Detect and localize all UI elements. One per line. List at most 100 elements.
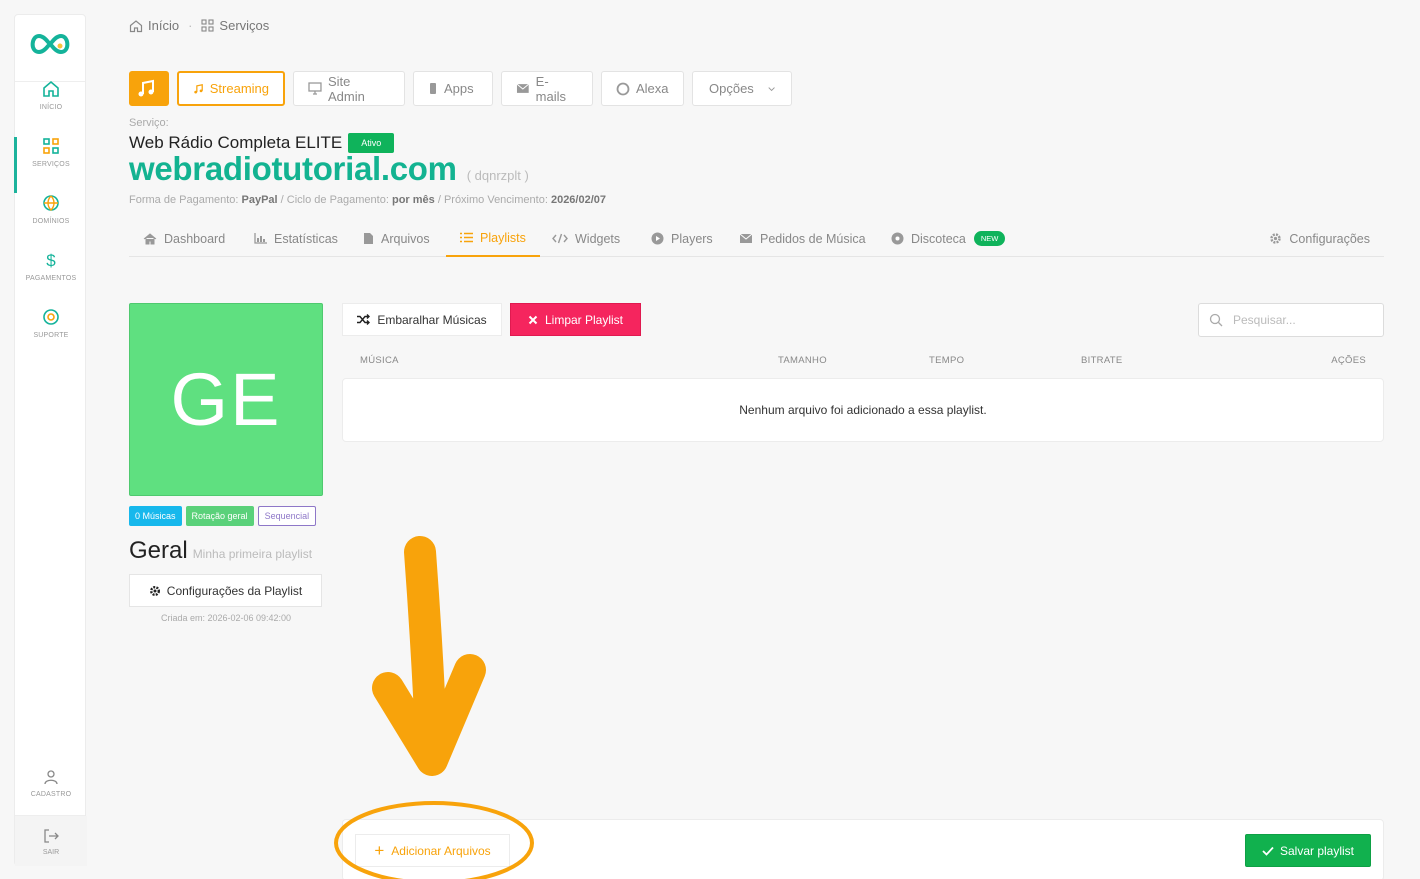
tab-configuracoes[interactable]: Configurações <box>1255 220 1384 257</box>
service-code: ( dqnrzplt ) <box>466 168 529 183</box>
tab-label: Estatísticas <box>274 231 338 246</box>
site-admin-label: Site Admin <box>327 73 365 104</box>
song-count-badge: 0 Músicas <box>129 506 182 526</box>
playlist-footer: + Adicionar Arquivos Salvar playlist <box>342 819 1384 879</box>
file-icon <box>364 233 373 244</box>
mobile-icon <box>430 83 436 94</box>
site-admin-button[interactable]: Site Admin <box>293 71 405 106</box>
annotation-arrow-icon <box>372 536 486 776</box>
sidebar-item-suporte[interactable]: SUPORTE <box>15 308 87 364</box>
add-files-button[interactable]: + Adicionar Arquivos <box>355 834 510 867</box>
envelope-icon <box>516 83 530 93</box>
clear-playlist-button[interactable]: Limpar Playlist <box>510 303 641 336</box>
sidebar-item-label: CADASTRO <box>30 791 72 798</box>
close-icon <box>528 315 538 324</box>
domain-name: webradiotutorial.com <box>129 150 457 187</box>
tab-dashboard[interactable]: Dashboard <box>129 220 239 257</box>
payment-value: PayPal <box>241 194 278 206</box>
cycle-value: por mês <box>391 194 435 206</box>
playlist-settings-label: Configurações da Playlist <box>166 583 303 598</box>
breadcrumb-home[interactable]: Início <box>129 18 179 33</box>
options-dropdown[interactable]: Opções <box>692 71 792 106</box>
check-icon <box>1262 846 1274 856</box>
playlist-badges: 0 Músicas Rotação geral Sequencial <box>129 506 317 526</box>
globe-icon <box>43 195 59 211</box>
playlist-title: Geral Minha primeira playlist <box>129 537 312 565</box>
gear-icon <box>1270 233 1282 244</box>
music-service-button[interactable] <box>129 71 169 106</box>
apps-button[interactable]: Apps <box>413 71 493 106</box>
column-header-tempo[interactable]: TEMPO <box>929 355 964 366</box>
home-icon <box>43 80 59 97</box>
due-value: 2026/02/07 <box>550 194 607 206</box>
shuffle-button[interactable]: Embaralhar Músicas <box>342 303 502 336</box>
sidebar-item-servicos[interactable]: SERVIÇOS <box>14 137 87 193</box>
music-note-icon <box>138 79 154 96</box>
streaming-button[interactable]: Streaming <box>177 71 285 106</box>
empty-table-message: Nenhum arquivo foi adicionado a essa pla… <box>342 378 1384 442</box>
home-icon <box>143 232 157 244</box>
tab-discoteca[interactable]: Discoteca NEW <box>877 220 1019 257</box>
sidebar-item-label: INÍCIO <box>39 104 63 111</box>
breadcrumb: Início · Serviços <box>129 18 269 33</box>
service-domain: webradiotutorial.com ( dqnrzplt ) <box>129 150 529 188</box>
sidebar-item-dominios[interactable]: DOMÍNIOS <box>15 194 87 250</box>
column-header-bitrate[interactable]: BITRATE <box>1081 355 1123 366</box>
service-label: Serviço: <box>129 117 169 129</box>
rotation-badge: Rotação geral <box>185 506 254 526</box>
breadcrumb-current[interactable]: Serviços <box>201 18 269 33</box>
new-badge: NEW <box>973 231 1006 246</box>
order-badge: Sequencial <box>257 506 317 526</box>
sidebar-item-inicio[interactable]: INÍCIO <box>15 80 87 136</box>
service-tabs: Dashboard Estatísticas Arquivos Playlist… <box>129 220 1384 257</box>
breadcrumb-current-label: Serviços <box>219 18 270 33</box>
search-input[interactable] <box>1233 313 1373 327</box>
alexa-label: Alexa <box>636 81 669 96</box>
tab-pedidos-de-musica[interactable]: Pedidos de Música <box>725 220 880 257</box>
save-playlist-button[interactable]: Salvar playlist <box>1245 834 1371 867</box>
sidebar-item-label: SERVIÇOS <box>32 161 70 168</box>
breadcrumb-separator: · <box>188 18 193 33</box>
column-header-musica[interactable]: MÚSICA <box>360 355 399 366</box>
clear-playlist-label: Limpar Playlist <box>544 312 624 327</box>
disc-icon <box>891 232 904 245</box>
chevron-down-icon <box>768 86 775 91</box>
playlist-cover: GE <box>129 303 323 496</box>
playlist-settings-button[interactable]: Configurações da Playlist <box>129 574 322 607</box>
grid-icon <box>43 138 59 154</box>
streaming-label: Streaming <box>209 81 269 96</box>
sidebar-item-sair[interactable]: SAIR <box>15 816 87 866</box>
column-header-tamanho[interactable]: TAMANHO <box>778 355 827 366</box>
list-icon <box>460 232 473 243</box>
tab-estatisticas[interactable]: Estatísticas <box>240 220 352 257</box>
play-circle-icon <box>651 232 664 245</box>
tab-label: Playlists <box>480 230 526 245</box>
envelope-icon <box>739 233 753 243</box>
emails-button[interactable]: E-mails <box>501 71 593 106</box>
sidebar-item-label: DOMÍNIOS <box>32 218 70 225</box>
tab-label: Discoteca <box>911 231 966 246</box>
service-toolbar: Streaming Site Admin Apps E-mails Alexa … <box>129 71 792 106</box>
table-header: MÚSICA TAMANHO TEMPO BITRATE AÇÕES <box>342 355 1384 369</box>
tab-label: Arquivos <box>381 231 430 246</box>
tab-label: Dashboard <box>164 231 226 246</box>
payment-info: Forma de Pagamento: PayPal / Ciclo de Pa… <box>129 194 606 206</box>
alexa-button[interactable]: Alexa <box>601 71 684 106</box>
save-playlist-label: Salvar playlist <box>1279 843 1355 858</box>
sidebar-item-label: SUPORTE <box>33 332 69 339</box>
empty-message-text: Nenhum arquivo foi adicionado a essa pla… <box>739 403 987 417</box>
infinity-logo-icon[interactable] <box>27 31 73 57</box>
bar-chart-icon <box>254 233 267 244</box>
add-files-label: Adicionar Arquivos <box>391 843 491 858</box>
tab-playlists[interactable]: Playlists <box>446 220 540 257</box>
tab-widgets[interactable]: Widgets <box>538 220 634 257</box>
home-icon <box>129 19 143 32</box>
sidebar-item-pagamentos[interactable]: $ PAGAMENTOS <box>15 251 87 307</box>
sidebar: INÍCIO SERVIÇOS DOMÍNIOS $ PAGAMENTOS SU… <box>14 14 87 866</box>
gear-icon <box>149 585 160 596</box>
search-field <box>1198 303 1384 337</box>
tab-arquivos[interactable]: Arquivos <box>349 220 444 257</box>
tab-players[interactable]: Players <box>637 220 727 257</box>
dollar-icon: $ <box>46 251 56 269</box>
emails-label: E-mails <box>535 73 567 104</box>
